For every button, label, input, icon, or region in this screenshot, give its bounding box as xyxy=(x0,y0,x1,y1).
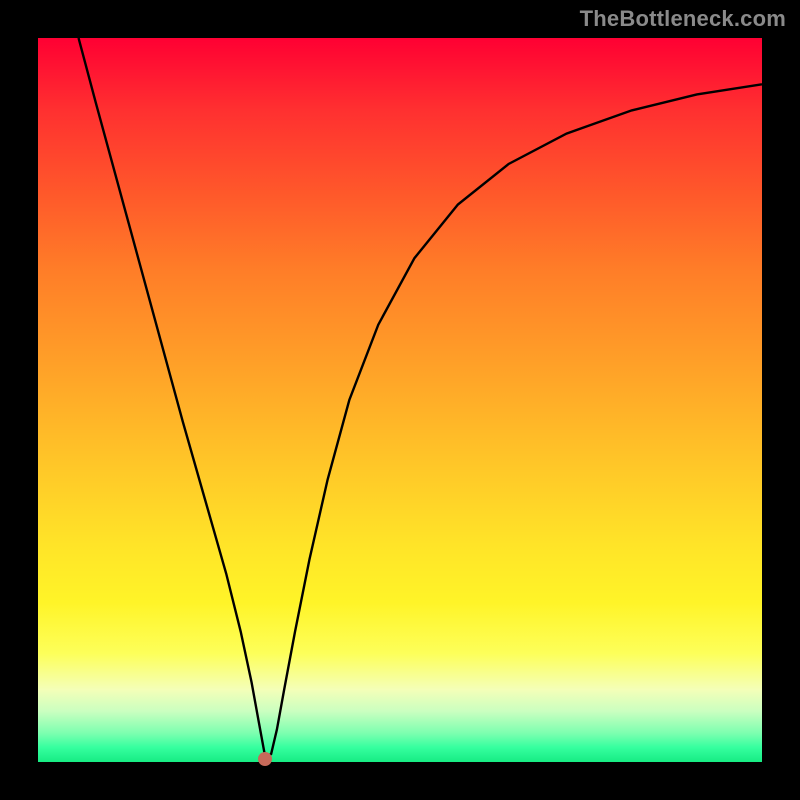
watermark-text: TheBottleneck.com xyxy=(580,6,786,32)
optimum-marker xyxy=(258,752,272,766)
bottleneck-curve xyxy=(38,38,762,762)
chart-plot-area xyxy=(38,38,762,762)
